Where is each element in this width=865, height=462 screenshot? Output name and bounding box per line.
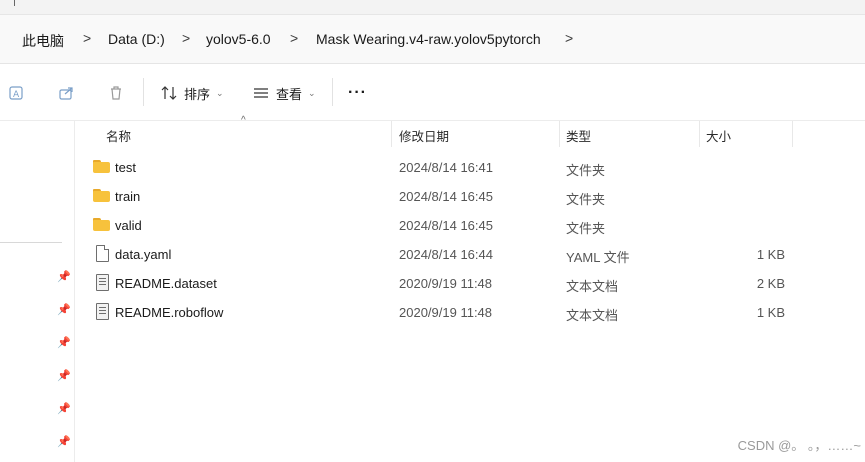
pin-icon[interactable]: 📌: [57, 303, 71, 316]
breadcrumb-item-yolov5[interactable]: yolov5-6.0: [206, 31, 271, 47]
window-top-strip: [0, 0, 865, 15]
chevron-down-icon: ⌄: [308, 87, 316, 98]
trash-icon: [111, 86, 121, 100]
breadcrumb-item-dataset[interactable]: Mask Wearing.v4-raw.yolov5pytorch: [316, 31, 541, 47]
share-button[interactable]: [58, 82, 76, 104]
file-type: 文本文档: [566, 308, 619, 323]
breadcrumb-item-this-pc[interactable]: 此电脑: [22, 31, 64, 51]
file-modified: 2024/8/14 16:45: [399, 218, 493, 233]
view-list-icon: [254, 88, 268, 98]
file-type: 文件夹: [566, 221, 606, 236]
folder-icon: [93, 189, 110, 202]
sort-label: 排序: [184, 86, 211, 102]
pin-icon[interactable]: 📌: [57, 402, 71, 415]
file-type: 文件夹: [566, 192, 606, 207]
file-name: data.yaml: [115, 247, 172, 262]
file-icon: [96, 245, 109, 262]
column-header-row: ^ 名称 修改日期 类型 大小: [75, 115, 865, 147]
file-type: 文本文档: [566, 279, 619, 294]
chevron-right-icon[interactable]: >: [182, 30, 190, 46]
command-bar: A 排序 ⌄ 查看 ⌄ ···: [0, 64, 865, 121]
chevron-right-icon[interactable]: >: [565, 30, 573, 46]
nav-divider: [0, 242, 62, 243]
column-header-size[interactable]: 大小: [706, 126, 731, 145]
file-size: 1 KB: [756, 305, 785, 320]
text-document-icon: [96, 303, 109, 320]
column-divider[interactable]: [792, 121, 793, 147]
file-modified: 2020/9/19 11:48: [399, 276, 493, 291]
sort-button[interactable]: 排序 ⌄: [160, 82, 224, 104]
list-item[interactable]: README.roboflow 2020/9/19 11:48 文本文档 1 K…: [85, 299, 805, 327]
file-modified: 2020/9/19 11:48: [399, 305, 493, 320]
sort-ascending-icon: ^: [241, 115, 246, 126]
file-name: valid: [115, 218, 142, 233]
view-label: 查看: [276, 86, 303, 102]
view-button[interactable]: 查看 ⌄: [252, 82, 316, 104]
column-header-type[interactable]: 类型: [566, 126, 591, 145]
pin-icon[interactable]: 📌: [57, 336, 71, 349]
column-divider[interactable]: [391, 121, 392, 147]
file-modified: 2024/8/14 16:44: [399, 247, 493, 262]
pin-icon[interactable]: 📌: [57, 270, 71, 283]
file-size: 1 KB: [756, 247, 785, 262]
file-modified: 2024/8/14 16:41: [399, 160, 493, 175]
share-icon: [59, 87, 73, 100]
file-modified: 2024/8/14 16:45: [399, 189, 493, 204]
svg-text:A: A: [13, 90, 20, 100]
file-type: YAML 文件: [566, 250, 630, 265]
file-name: train: [115, 189, 141, 204]
file-type: 文件夹: [566, 163, 606, 178]
chevron-right-icon[interactable]: >: [290, 30, 298, 46]
file-size: 2 KB: [756, 276, 785, 291]
rename-button[interactable]: A: [8, 82, 26, 104]
breadcrumb-item-drive[interactable]: Data (D:): [108, 31, 165, 47]
column-header-name[interactable]: 名称: [106, 126, 131, 145]
breadcrumb: 此电脑 > Data (D:) > yolov5-6.0 > Mask Wear…: [0, 15, 865, 64]
column-divider[interactable]: [699, 121, 700, 147]
file-name: test: [115, 160, 136, 175]
file-name: README.roboflow: [115, 305, 224, 320]
column-header-modified[interactable]: 修改日期: [399, 126, 449, 145]
watermark: CSDN @。 。，……~: [737, 438, 861, 453]
folder-icon: [93, 160, 110, 173]
pin-icon[interactable]: 📌: [57, 369, 71, 382]
file-name: README.dataset: [115, 276, 217, 291]
chevron-down-icon: ⌄: [216, 87, 224, 98]
list-item[interactable]: valid 2024/8/14 16:45 文件夹: [85, 212, 805, 240]
text-document-icon: [96, 274, 109, 291]
list-item[interactable]: data.yaml 2024/8/14 16:44 YAML 文件 1 KB: [85, 241, 805, 269]
pin-icon[interactable]: 📌: [57, 435, 71, 448]
list-item[interactable]: README.dataset 2020/9/19 11:48 文本文档 2 KB: [85, 270, 805, 298]
column-divider[interactable]: [559, 121, 560, 147]
list-item[interactable]: test 2024/8/14 16:41 文件夹: [85, 154, 805, 182]
toolbar-divider: [332, 78, 333, 106]
toolbar-divider: [143, 78, 144, 106]
delete-button[interactable]: [107, 82, 125, 104]
rename-icon: A: [9, 86, 23, 100]
list-item[interactable]: train 2024/8/14 16:45 文件夹: [85, 183, 805, 211]
chevron-right-icon[interactable]: >: [83, 30, 91, 46]
more-options-button[interactable]: ···: [348, 82, 367, 104]
sort-icon: [161, 86, 177, 100]
folder-icon: [93, 218, 110, 231]
